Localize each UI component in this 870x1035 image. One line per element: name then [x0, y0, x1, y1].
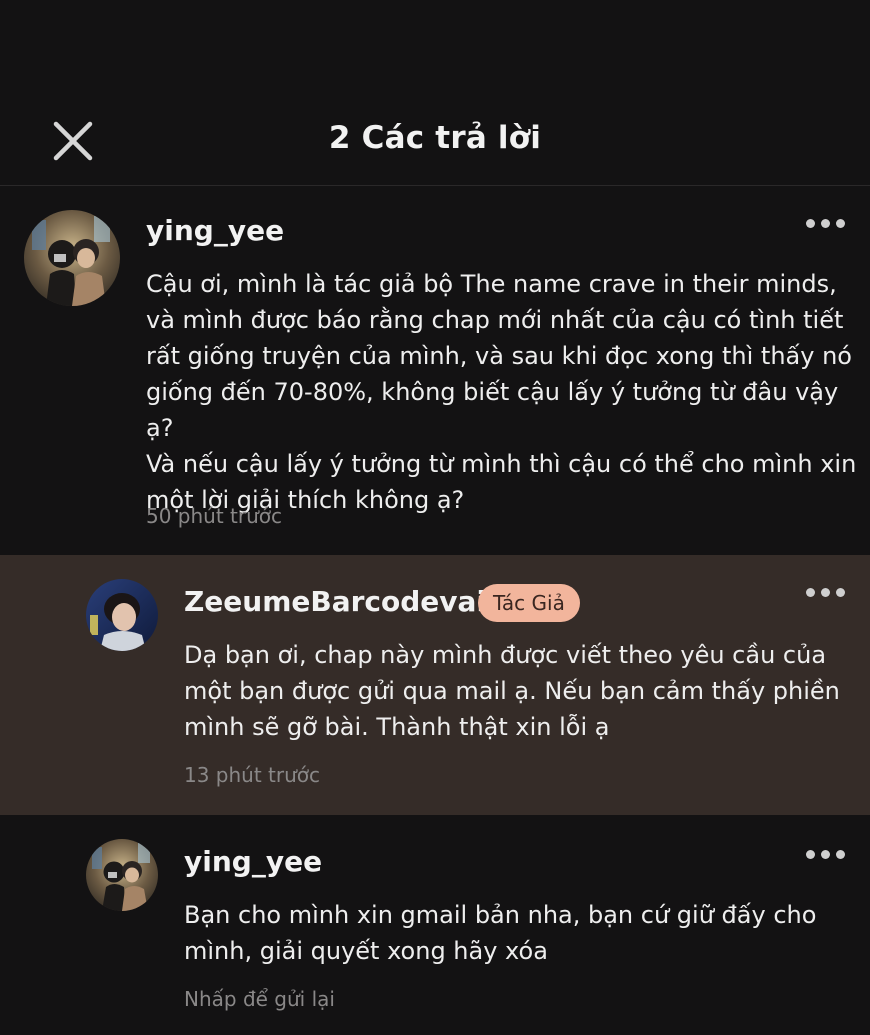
page-title: 2 Các trả lời: [328, 120, 542, 156]
timestamp: 50 phút trước: [146, 504, 283, 528]
more-options-button[interactable]: [806, 585, 846, 599]
avatar[interactable]: [86, 579, 158, 651]
header: 2 Các trả lời: [0, 0, 870, 186]
more-options-button[interactable]: [806, 847, 846, 861]
reply-text: Dạ bạn ơi, chap này mình được viết theo …: [184, 641, 840, 741]
more-options-button[interactable]: [806, 216, 846, 230]
username[interactable]: ying_yee: [184, 845, 322, 878]
more-horizontal-icon: [806, 219, 815, 228]
comment-text: Cậu ơi, mình là tác giả bộ The name crav…: [146, 270, 857, 514]
username[interactable]: ying_yee: [146, 214, 284, 247]
comment-item: ying_yee Cậu ơi, mình là tác giả bộ The …: [0, 186, 870, 555]
more-dot: [836, 219, 845, 228]
more-dot: [821, 850, 830, 859]
username[interactable]: ZeeumeBarcodevaiii: [184, 585, 505, 618]
more-horizontal-icon: [806, 850, 815, 859]
more-dot: [821, 219, 830, 228]
more-dot: [836, 850, 845, 859]
resend-link[interactable]: Nhấp để gửi lại: [184, 987, 335, 1011]
more-dot: [836, 588, 845, 597]
avatar[interactable]: [86, 839, 158, 911]
reply-text: Bạn cho mình xin gmail bản nha, bạn cứ g…: [184, 901, 817, 965]
author-badge: Tác Giả: [478, 584, 580, 622]
reply-item: ying_yee Bạn cho mình xin gmail bản nha,…: [0, 815, 870, 1035]
reply-item: ZeeumeBarcodevaiii Tác Giả Dạ bạn ơi, ch…: [0, 555, 870, 815]
more-dot: [821, 588, 830, 597]
timestamp: 13 phút trước: [184, 763, 321, 787]
avatar[interactable]: [24, 210, 120, 306]
more-horizontal-icon: [806, 588, 815, 597]
